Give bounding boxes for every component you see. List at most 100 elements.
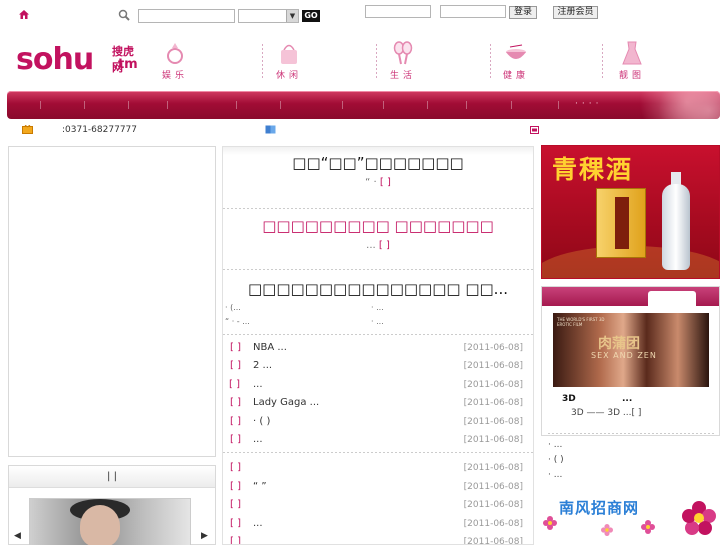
news-category: [ ] xyxy=(230,536,241,545)
news-category: [ ] xyxy=(230,481,241,492)
nav-item-photos[interactable]: 靓图 xyxy=(612,40,652,84)
prev-arrow-icon[interactable]: ◀ xyxy=(14,531,21,541)
menu-divider xyxy=(427,101,428,109)
nav-label: 休闲 xyxy=(275,71,302,81)
mini-link[interactable]: “ · - ... xyxy=(225,317,250,326)
tennis-icon xyxy=(393,41,413,65)
news-row[interactable]: [ ] 2 ... [2011-06-08] xyxy=(223,357,533,375)
search-input[interactable] xyxy=(138,9,235,23)
search-icon xyxy=(118,9,130,21)
news-row[interactable]: [ ] NBA ... [2011-06-08] xyxy=(223,339,533,357)
register-button[interactable]: 注册会员 xyxy=(553,6,598,19)
news-category: [ ] xyxy=(230,397,241,408)
book-icon xyxy=(265,125,276,134)
news-title[interactable]: ... xyxy=(253,434,263,445)
mini-link[interactable]: · (... xyxy=(225,303,241,312)
panel-tabs[interactable]: | | xyxy=(9,466,215,488)
news-title[interactable]: Lady Gaga ... xyxy=(253,397,319,408)
news-title[interactable]: ... xyxy=(253,518,263,529)
nav-item-entertainment[interactable]: 娱乐 xyxy=(155,40,195,84)
nav-divider xyxy=(376,44,377,80)
photo-thumbnail[interactable] xyxy=(29,498,191,545)
tv-icon xyxy=(530,126,539,134)
list-item[interactable]: · ... xyxy=(548,470,562,480)
poster-title-cn: 肉蒲团 xyxy=(598,336,640,352)
dress-icon xyxy=(622,41,642,65)
site-logo[interactable]: sohu 搜虎网 .tm xyxy=(16,40,140,84)
news-date: [2011-06-08] xyxy=(463,537,523,545)
news-title[interactable]: NBA ... xyxy=(253,342,287,353)
movie-panel-tab[interactable] xyxy=(648,291,696,307)
list-item[interactable]: · ( ) xyxy=(548,455,564,465)
liquor-ad-banner[interactable]: 青稞酒 xyxy=(541,145,720,279)
poster-tagline: THE WORLD'S FIRST 3D EROTIC FILM xyxy=(557,317,605,327)
movie-title-more[interactable]: ... xyxy=(622,394,632,404)
left-panel xyxy=(8,146,216,457)
flower-icon xyxy=(601,524,613,536)
menu-bar-decoration xyxy=(610,91,720,119)
read-more-link[interactable]: [ ] xyxy=(380,177,391,188)
menu-divider xyxy=(280,101,281,109)
top-bar: ▼ GO 登录 注册会员 xyxy=(0,0,727,26)
news-row[interactable]: [ ] “ ” [2011-06-08] xyxy=(223,478,533,496)
nav-label: 生活 xyxy=(389,71,416,81)
nanfeng-ad-banner[interactable]: 南风招商网 xyxy=(541,496,720,545)
read-more-link[interactable]: [ ] xyxy=(379,240,390,251)
news-title[interactable]: · ( ) xyxy=(253,416,270,427)
next-arrow-icon[interactable]: ▶ xyxy=(201,531,208,541)
nav-label: 靓图 xyxy=(618,71,645,81)
news-row[interactable]: [ ] ... [2011-06-08] xyxy=(223,515,533,533)
news-row[interactable]: [ ] · ( ) [2011-06-08] xyxy=(223,413,533,431)
mini-link[interactable]: · ... xyxy=(371,303,384,312)
news-category: [ ] xyxy=(230,499,241,510)
menu-divider xyxy=(342,101,343,109)
ring-icon xyxy=(167,43,183,64)
news-category: [ ] xyxy=(230,434,241,445)
menu-more-dots[interactable]: ···· xyxy=(575,99,602,109)
news-category: [ ] xyxy=(230,360,241,371)
movie-title[interactable]: 3D xyxy=(562,394,576,404)
flower-icon xyxy=(682,501,716,535)
headline-2[interactable]: □□□□□□□□□ □□□□□□□ xyxy=(223,217,533,235)
news-row[interactable]: [ ] ... [2011-06-08] xyxy=(223,376,533,394)
news-title[interactable]: “ ” xyxy=(253,481,267,492)
username-field[interactable] xyxy=(365,5,431,18)
password-field[interactable] xyxy=(440,5,506,18)
news-title[interactable]: ... xyxy=(253,379,263,390)
news-row[interactable]: [ ] [2011-06-08] xyxy=(223,496,533,514)
news-row[interactable]: [ ] [2011-06-08] xyxy=(223,459,533,477)
mini-link[interactable]: · ... xyxy=(371,317,384,326)
movie-description: 3D —— 3D ...[ ] xyxy=(571,408,642,418)
news-category: [ ] xyxy=(230,462,241,473)
movie-panel-header xyxy=(542,287,719,307)
nav-item-health[interactable]: 健康 xyxy=(496,40,536,84)
news-row[interactable]: [ ] [2011-06-08] xyxy=(223,533,533,545)
news-date: [2011-06-08] xyxy=(463,435,523,445)
section-divider xyxy=(223,334,533,335)
headline-1[interactable]: □□“□□”□□□□□□□ xyxy=(223,154,533,172)
menu-divider xyxy=(466,101,467,109)
flower-icon xyxy=(641,520,655,534)
news-date: [2011-06-08] xyxy=(463,417,523,427)
nav-item-life[interactable]: 生活 xyxy=(383,40,423,84)
news-title[interactable]: 2 ... xyxy=(253,360,272,371)
home-icon[interactable] xyxy=(19,10,29,19)
movie-poster[interactable]: THE WORLD'S FIRST 3D EROTIC FILM 肉蒲团 SEX… xyxy=(553,313,709,387)
news-date: [2011-06-08] xyxy=(463,343,523,353)
news-date: [2011-06-08] xyxy=(463,380,523,390)
login-button[interactable]: 登录 xyxy=(509,6,537,19)
menu-divider xyxy=(236,101,237,109)
left-photo-panel: | | xyxy=(8,465,216,545)
nav-item-leisure[interactable]: 休闲 xyxy=(269,40,309,84)
list-item[interactable]: · ... xyxy=(548,440,562,450)
news-date: [2011-06-08] xyxy=(463,361,523,371)
news-row[interactable]: [ ] ... [2011-06-08] xyxy=(223,431,533,449)
go-button[interactable]: GO xyxy=(302,10,320,22)
summary-text: “ · xyxy=(365,177,377,188)
summary-text: ... xyxy=(366,240,376,251)
right-link-list: · ... · ( ) · ... xyxy=(541,436,720,488)
headline-3[interactable]: □□□□□□□□□□□□□□□ □□... xyxy=(223,280,533,298)
search-category-select[interactable]: ▼ xyxy=(238,9,299,23)
menu-divider xyxy=(84,101,85,109)
news-row[interactable]: [ ] Lady Gaga ... [2011-06-08] xyxy=(223,394,533,412)
